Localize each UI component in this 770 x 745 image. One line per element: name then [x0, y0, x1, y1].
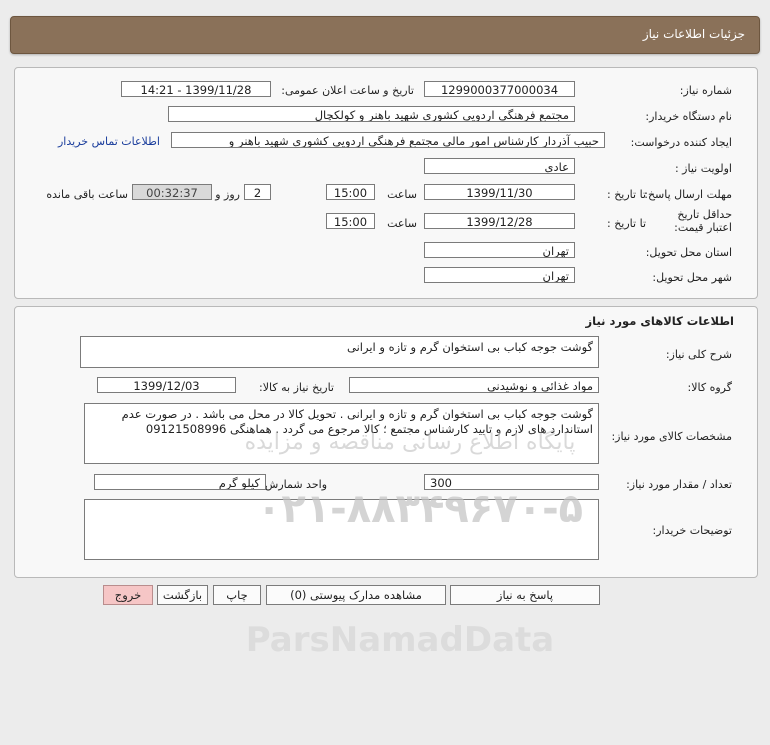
- deadline-hour-label: ساعت: [387, 188, 417, 201]
- watermark-brand: ParsNamadData: [245, 620, 555, 660]
- validity-hour-label: ساعت: [387, 217, 417, 230]
- specs-label: مشخصات کالای مورد نیاز:: [611, 430, 732, 443]
- buyer-notes-label: توضیحات خریدار:: [652, 524, 733, 537]
- announce-datetime-field: 1399/11/28 - 14:21: [121, 81, 271, 97]
- quantity-field: 300: [424, 474, 599, 490]
- deadline-date-field: 1399/11/30: [424, 184, 575, 200]
- print-button[interactable]: چاپ: [213, 585, 261, 605]
- priority-label: اولویت نیاز :: [674, 162, 732, 175]
- deadline-to-date-label: تا تاریخ :: [607, 188, 646, 201]
- buyer-notes-field: [84, 499, 599, 560]
- goods-group-label: گروه کالا:: [687, 381, 732, 394]
- validity-date-field: 1399/12/28: [424, 213, 575, 229]
- province-label: استان محل تحویل:: [645, 246, 732, 259]
- exit-button[interactable]: خروج: [103, 585, 153, 605]
- requester-label: ایجاد کننده درخواست:: [630, 136, 732, 149]
- validity-hour-field: 15:00: [326, 213, 375, 229]
- need-number-field: 1299000377000034: [424, 81, 575, 97]
- specs-field: گوشت جوجه کباب بی استخوان گرم و تازه و ا…: [84, 403, 599, 464]
- goods-group-field: مواد غذائی و نوشیدنی: [349, 377, 599, 393]
- unit-label: واحد شمارش:: [261, 478, 327, 491]
- page-title: جزئیات اطلاعات نیاز: [642, 27, 745, 41]
- days-label: روز و: [215, 188, 240, 201]
- need-date-field: 1399/12/03: [97, 377, 236, 393]
- buyer-org-field: مجتمع فرهنگی اردویی کشوری شهید باهنر و ک…: [168, 106, 575, 122]
- page-header: جزئیات اطلاعات نیاز: [10, 16, 760, 54]
- requester-field: حبیب آذردار کارشناس امور مالی مجتمع فرهن…: [171, 132, 605, 148]
- validity-to-date-label: تا تاریخ :: [607, 217, 646, 230]
- deadline-hour-field: 15:00: [326, 184, 375, 200]
- buyer-contact-link[interactable]: اطلاعات تماس خریدار: [58, 135, 160, 148]
- unit-field: کیلو گرم: [94, 474, 266, 490]
- summary-label: شرح کلی نیاز:: [665, 348, 732, 361]
- reply-to-need-button[interactable]: پاسخ به نیاز: [450, 585, 600, 605]
- summary-field: گوشت جوجه کباب بی استخوان گرم و تازه و ا…: [80, 336, 599, 368]
- buyer-org-label: نام دستگاه خریدار:: [645, 110, 732, 123]
- back-button[interactable]: بازگشت: [157, 585, 208, 605]
- province-field: تهران: [424, 242, 575, 258]
- remaining-time-field: 00:32:37: [132, 184, 212, 200]
- view-attachments-button[interactable]: مشاهده مدارک پیوستی (0): [266, 585, 446, 605]
- quantity-label: تعداد / مقدار مورد نیاز:: [626, 478, 732, 491]
- need-info-panel: [14, 67, 758, 299]
- priority-field: عادی: [424, 158, 575, 174]
- validity-label: حداقل تاریخ اعتبار قیمت:: [674, 208, 732, 234]
- deadline-label: مهلت ارسال پاسخ:: [644, 188, 732, 201]
- city-field: تهران: [424, 267, 575, 283]
- goods-section-title: اطلاعات کالاهای مورد نیاز: [585, 314, 734, 328]
- remaining-time-label: ساعت باقی مانده: [46, 188, 128, 201]
- announce-label: تاریخ و ساعت اعلان عمومی:: [281, 84, 414, 97]
- need-number-label: شماره نیاز:: [679, 84, 732, 97]
- remaining-days-field: 2: [244, 184, 271, 200]
- city-label: شهر محل تحویل:: [652, 271, 732, 284]
- need-date-label: تاریخ نیاز به کالا:: [259, 381, 334, 394]
